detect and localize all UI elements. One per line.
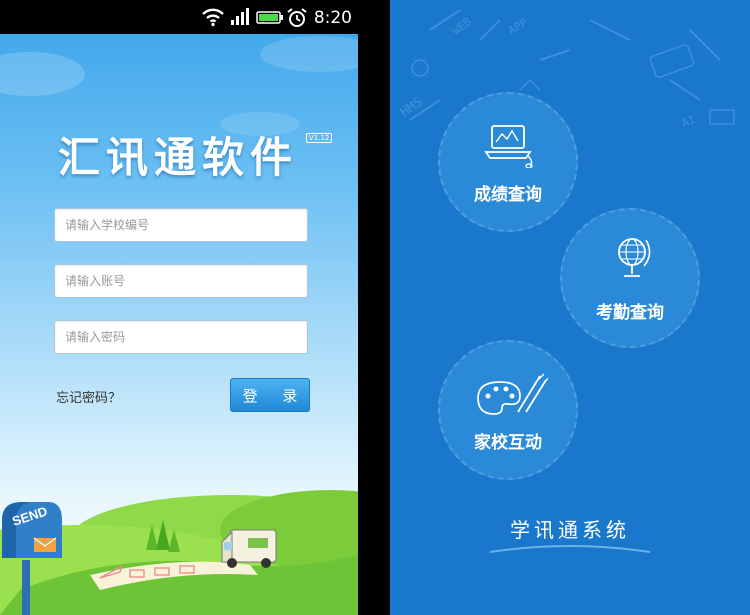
battery-icon bbox=[256, 11, 283, 24]
menu-item-label: 考勤查询 bbox=[596, 303, 664, 323]
clock-time: 8:20 bbox=[313, 8, 352, 28]
account-input[interactable]: 请输入账号 bbox=[54, 264, 308, 298]
footer-title: 学讯通系统 bbox=[510, 518, 630, 542]
app-title: 汇讯通软件 bbox=[58, 133, 299, 182]
school-code-input[interactable]: 请输入学校编号 bbox=[54, 208, 308, 242]
menu-item-grades[interactable]: 成绩查询 bbox=[438, 92, 578, 232]
version-badge: V1.12 bbox=[306, 133, 333, 143]
landscape-illustration: SEND bbox=[0, 490, 358, 615]
status-bar: 8:20 bbox=[0, 0, 358, 34]
login-screen: 8:20 汇讯通软件 V1.12 请输入学校编号 请输入账号 请输入密码 忘记密… bbox=[0, 0, 358, 615]
menu-screen: WEB APP HMS AI 成绩查询 考勤查询 家校互动 学讯通系统 bbox=[390, 0, 750, 615]
login-button[interactable]: 登 录 bbox=[230, 378, 310, 412]
palette-icon bbox=[477, 373, 548, 415]
alarm-clock-icon bbox=[287, 8, 307, 27]
globe-icon bbox=[618, 238, 651, 277]
menu-item-label: 家校互动 bbox=[474, 433, 542, 453]
laptop-icon bbox=[484, 125, 533, 168]
menu-item-attendance[interactable]: 考勤查询 bbox=[560, 208, 700, 348]
menu-item-label: 成绩查询 bbox=[474, 185, 542, 205]
forgot-password-link[interactable]: 忘记密码？ bbox=[56, 387, 121, 406]
van-icon bbox=[221, 529, 277, 568]
wifi-icon bbox=[202, 8, 224, 27]
menu-item-home-school[interactable]: 家校互动 bbox=[438, 340, 578, 480]
password-input[interactable]: 请输入密码 bbox=[54, 320, 308, 354]
signal-icon bbox=[231, 8, 249, 25]
